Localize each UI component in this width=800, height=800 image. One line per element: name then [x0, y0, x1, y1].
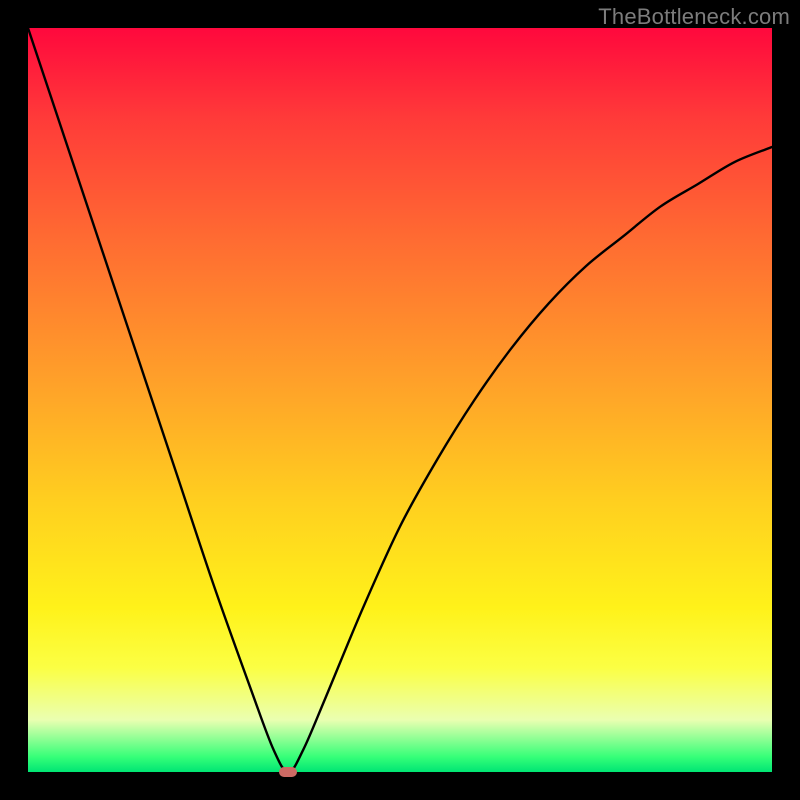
plot-area	[28, 28, 772, 772]
bottleneck-curve	[28, 28, 772, 772]
watermark-text: TheBottleneck.com	[598, 4, 790, 30]
vertex-marker	[279, 767, 297, 777]
curve-layer	[28, 28, 772, 772]
chart-frame: TheBottleneck.com	[0, 0, 800, 800]
